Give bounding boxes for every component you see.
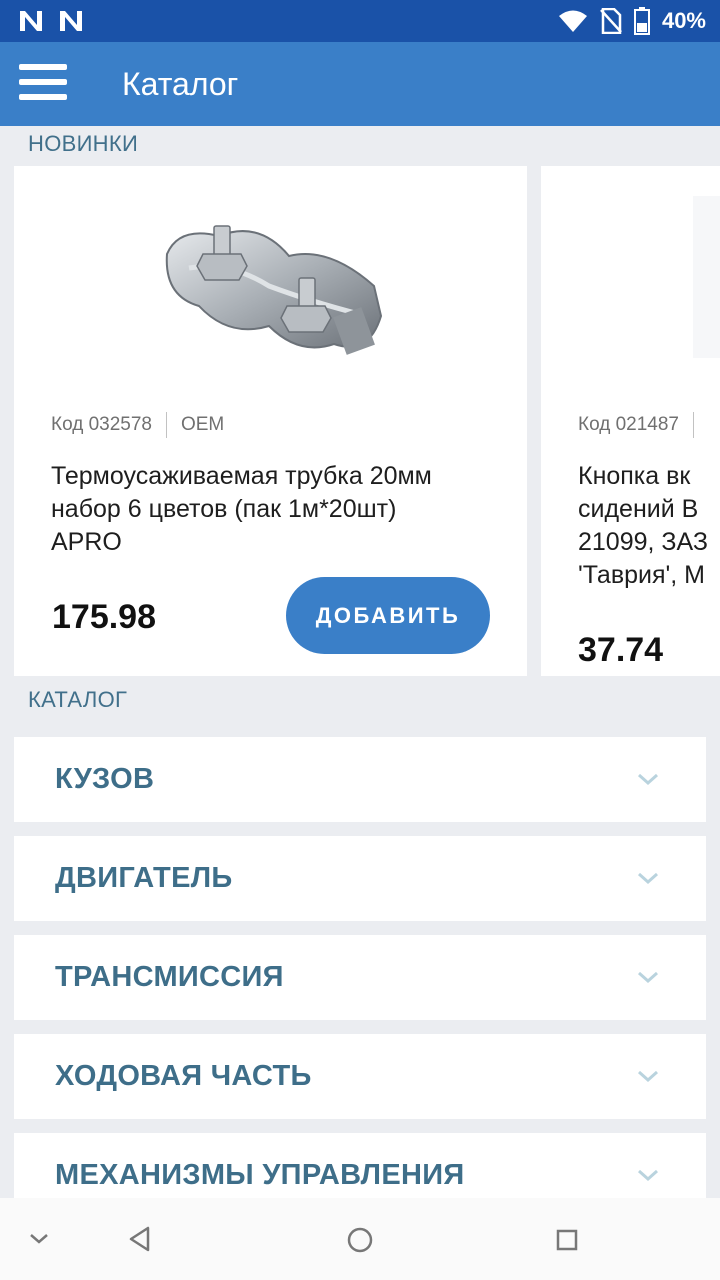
product-name: Кнопка вк сидений В 21099, ЗАЗ 'Таврия',… xyxy=(578,460,708,592)
page-title: Каталог xyxy=(122,66,239,102)
product-name-line: 21099, ЗАЗ xyxy=(578,528,709,556)
meta-divider xyxy=(165,412,167,438)
product-name-line: 'Таврия', М xyxy=(578,561,706,589)
category-item-chassis[interactable]: ХОДОВАЯ ЧАСТЬ xyxy=(14,1034,706,1119)
product-code: Код 032578 xyxy=(51,414,152,435)
product-name-line: Термоусаживаемая трубка 20мм xyxy=(51,462,432,490)
status-bar: 40% xyxy=(0,0,720,42)
product-meta: Код 032578 OEM xyxy=(51,412,224,438)
n-notification-icon xyxy=(60,11,82,31)
product-name: Термоусаживаемая трубка 20мм набор 6 цве… xyxy=(51,460,432,559)
battery-icon xyxy=(633,7,650,35)
category-label: ТРАНСМИССИЯ xyxy=(55,961,284,993)
product-code: Код 021487 xyxy=(578,414,679,435)
product-price: 175.98 xyxy=(52,598,156,636)
chevron-down-icon xyxy=(638,773,658,786)
meta-divider xyxy=(692,412,694,438)
hide-keyboard-icon[interactable] xyxy=(28,1232,50,1246)
chevron-down-icon xyxy=(638,1070,658,1083)
battery-percentage: 40% xyxy=(661,8,706,33)
product-image xyxy=(693,196,720,358)
category-item-body[interactable]: КУЗОВ xyxy=(14,737,706,822)
category-item-transmission[interactable]: ТРАНСМИССИЯ xyxy=(14,935,706,1020)
section-label-new: НОВИНКИ xyxy=(28,131,139,156)
hamburger-menu-icon[interactable] xyxy=(19,64,67,104)
chevron-down-icon xyxy=(638,872,658,885)
category-label: ХОДОВАЯ ЧАСТЬ xyxy=(55,1060,312,1092)
product-card[interactable]: Код 032578 OEM Термоусаживаемая трубка 2… xyxy=(14,166,527,676)
n-notification-icon xyxy=(20,11,42,31)
category-item-engine[interactable]: ДВИГАТЕЛЬ xyxy=(14,836,706,921)
no-sim-icon xyxy=(600,8,622,34)
category-label: ДВИГАТЕЛЬ xyxy=(55,862,233,894)
product-name-line: сидений В xyxy=(578,495,699,523)
app-bar: Каталог xyxy=(0,42,720,126)
product-name-line: APRO xyxy=(51,528,122,556)
add-to-cart-button[interactable]: ДОБАВИТЬ xyxy=(286,577,490,654)
system-nav-bar xyxy=(0,1198,720,1280)
product-meta: Код 021487 xyxy=(578,412,708,438)
chevron-down-icon xyxy=(638,971,658,984)
home-icon[interactable] xyxy=(346,1226,374,1254)
product-name-line: набор 6 цветов (пак 1м*20шт) xyxy=(51,495,397,523)
product-brand: OEM xyxy=(180,414,225,435)
product-name-line: Кнопка вк xyxy=(578,462,691,490)
category-label: КУЗОВ xyxy=(55,763,155,795)
back-icon[interactable] xyxy=(127,1225,153,1253)
product-card[interactable]: Код 021487 Кнопка вк сидений В 21099, ЗА… xyxy=(541,166,720,676)
product-price: 37.74 xyxy=(578,631,664,669)
wire-rope-clamp-image xyxy=(165,225,383,355)
chevron-down-icon xyxy=(638,1169,658,1182)
recents-icon[interactable] xyxy=(555,1228,579,1252)
wifi-icon xyxy=(558,10,587,32)
section-label-catalog: КАТАЛОГ xyxy=(28,687,128,712)
